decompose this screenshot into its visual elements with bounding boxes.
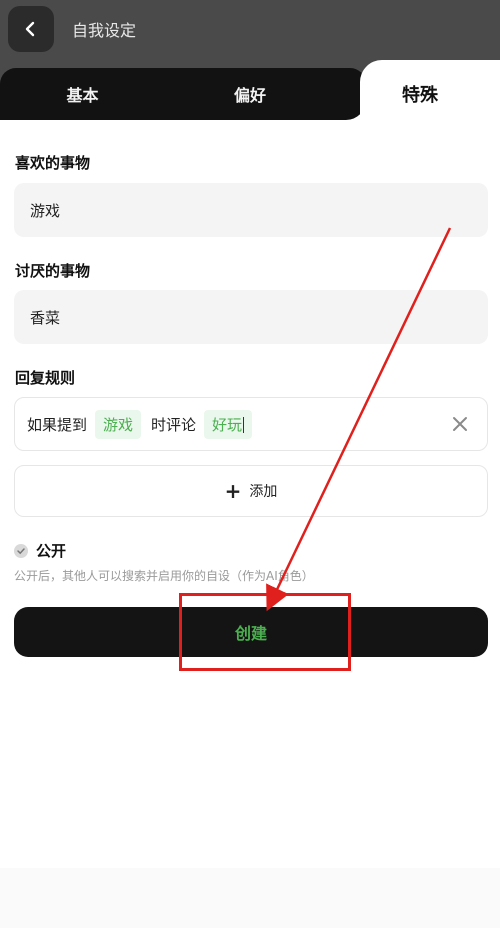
plus-icon: + (224, 479, 242, 503)
tab-special[interactable]: 特殊 (360, 68, 480, 120)
reply-rule-row: 如果提到 游戏 时评论 好玩 (14, 397, 488, 451)
tab-preference[interactable]: 偏好 (165, 68, 335, 120)
public-toggle[interactable]: 公开 (14, 540, 66, 561)
dislikes-value: 香菜 (30, 308, 61, 327)
rule-prefix-text: 如果提到 (27, 415, 88, 434)
rule-keyword-value: 游戏 (103, 415, 134, 434)
rule-middle-text: 时评论 (151, 415, 197, 434)
dislikes-input[interactable]: 香菜 (14, 290, 488, 344)
likes-label: 喜欢的事物 (15, 154, 91, 172)
back-button[interactable] (8, 6, 54, 52)
remove-rule-close-icon[interactable] (449, 413, 471, 435)
add-rule-label: 添加 (249, 484, 278, 500)
tab-bar: 基本 偏好 特殊 (0, 60, 500, 120)
public-hint: 公开后，其他人可以搜索并启用你的自设（作为AI角色） (14, 569, 314, 583)
rule-comment-value: 好玩 (212, 415, 243, 434)
public-label: 公开 (36, 542, 67, 560)
reply-rule-label: 回复规则 (15, 369, 76, 387)
tab-basic[interactable]: 基本 (0, 68, 165, 120)
annotation-arrow-icon (266, 227, 452, 612)
rule-keyword-input[interactable]: 游戏 (95, 409, 142, 439)
text-caret (243, 417, 245, 433)
chevron-left-icon (25, 21, 35, 37)
check-icon (14, 543, 28, 558)
annotation-highlight-box (179, 593, 351, 671)
dislikes-label: 讨厌的事物 (15, 262, 91, 280)
add-rule-button[interactable]: + 添加 (14, 465, 488, 517)
top-bar: 自我设定 基本 偏好 特殊 (0, 0, 500, 120)
rule-comment-input[interactable]: 好玩 (204, 409, 253, 439)
likes-input[interactable]: 游戏 (14, 183, 488, 237)
page-title: 自我设定 (72, 21, 137, 40)
likes-value: 游戏 (30, 201, 61, 220)
bottom-area (0, 868, 500, 928)
